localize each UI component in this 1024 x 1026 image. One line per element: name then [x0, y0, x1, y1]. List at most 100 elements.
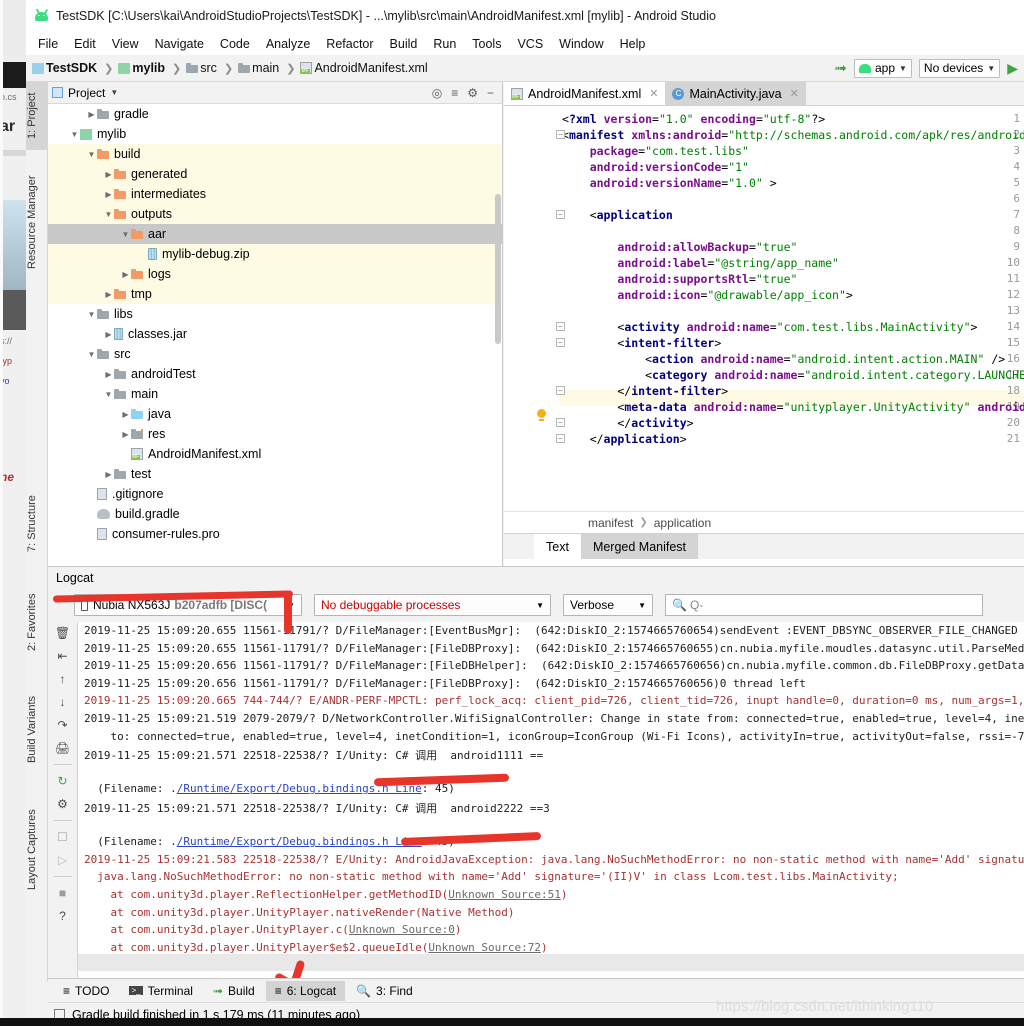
print-icon[interactable]: 🖨	[55, 741, 70, 755]
sidebar-item-resource-manager[interactable]: Resource Manager	[26, 164, 48, 280]
bottom-tab-terminal[interactable]: >_ Terminal	[120, 981, 201, 1001]
chevron-right-icon[interactable]: ▶	[103, 330, 114, 339]
chevron-right-icon[interactable]: ▶	[103, 190, 114, 199]
code-line[interactable]: <?xml version="1.0" encoding="utf-8"?>	[562, 112, 825, 126]
logcat-search-input[interactable]: 🔍 Q-	[665, 594, 983, 616]
menu-file[interactable]: File	[30, 35, 66, 53]
breadcrumb-mylib[interactable]: mylib	[130, 60, 167, 76]
tree-item-outputs[interactable]: ▼ outputs	[48, 204, 502, 224]
tab-mainactivity-java[interactable]: C MainActivity.java ✕	[665, 82, 806, 105]
code-fold-toggle[interactable]: −	[556, 434, 565, 443]
chevron-down-icon[interactable]: ▼	[120, 230, 131, 239]
code-line[interactable]: <meta-data android:name="unityplayer.Uni…	[562, 400, 1024, 414]
trash-icon[interactable]: 🗑	[55, 626, 70, 640]
tree-item-mylib-debug-zip[interactable]: mylib-debug.zip	[48, 244, 502, 264]
code-line[interactable]: android:allowBackup="true"	[562, 240, 797, 254]
tree-item-build-gradle[interactable]: build.gradle	[48, 504, 502, 524]
chevron-right-icon[interactable]: ▶	[120, 270, 131, 279]
tree-item-build[interactable]: ▼ build	[48, 144, 502, 164]
restart-icon[interactable]: ↻	[57, 774, 67, 788]
chevron-right-icon[interactable]: ▶	[86, 110, 97, 119]
menu-bar[interactable]: File Edit View Navigate Code Analyze Ref…	[26, 32, 1024, 55]
sidebar-item-project[interactable]: 1: Project	[26, 82, 48, 150]
source-link[interactable]: /Runtime/Export/Debug.bindings.h Line	[177, 835, 422, 848]
chevron-down-icon[interactable]: ▼	[69, 130, 80, 139]
log-line[interactable]: to: connected=true, enabled=true, level=…	[84, 730, 1024, 743]
editor-gutter[interactable]	[504, 106, 560, 511]
code-fold-toggle[interactable]: −	[556, 130, 565, 139]
log-line[interactable]: at com.unity3d.player.ReflectionHelper.g…	[84, 888, 567, 901]
tree-item-libs[interactable]: ▼ libs	[48, 304, 502, 324]
sidebar-item-layout-captures[interactable]: Layout Captures	[26, 796, 48, 904]
unknown-source-link[interactable]: Unknown Source:51	[448, 888, 561, 901]
logcat-process-selector[interactable]: No debuggable processes ▼	[314, 594, 551, 616]
chevron-right-icon[interactable]: ▶	[103, 170, 114, 179]
settings-icon[interactable]: ⚙	[57, 797, 68, 811]
chevron-right-icon[interactable]: ▶	[103, 470, 114, 479]
tree-item-consumer-rules-pro[interactable]: consumer-rules.pro	[48, 524, 502, 544]
tree-item-test[interactable]: ▶ test	[48, 464, 502, 484]
code-line[interactable]: </activity>	[562, 416, 693, 430]
menu-window[interactable]: Window	[551, 35, 611, 53]
intention-bulb-icon[interactable]	[537, 409, 546, 421]
breadcrumb-testsdk[interactable]: TestSDK	[44, 60, 99, 76]
chevron-down-icon[interactable]: ▼	[103, 210, 114, 219]
menu-code[interactable]: Code	[212, 35, 258, 53]
tree-item-mylib[interactable]: ▼ mylib	[48, 124, 502, 144]
project-scrollbar[interactable]	[495, 194, 501, 344]
tree-item-aar[interactable]: ▼ aar	[48, 224, 502, 244]
log-line[interactable]: 2019-11-25 15:09:20.656 11561-11791/? D/…	[84, 677, 806, 690]
menu-analyze[interactable]: Analyze	[258, 35, 318, 53]
scroll-to-end-icon[interactable]: ⇤	[57, 649, 67, 663]
chevron-down-icon[interactable]: ▼	[86, 350, 97, 359]
code-fold-toggle[interactable]: −	[556, 338, 565, 347]
log-line[interactable]: 2019-11-25 15:09:21.571 22518-22538/? I/…	[84, 747, 543, 763]
breadcrumb-src[interactable]: src	[198, 60, 219, 76]
code-line[interactable]: </intent-filter>	[562, 384, 728, 398]
unknown-source-link[interactable]: Unknown Source:72	[428, 941, 541, 954]
project-tree[interactable]: ▶ gradle ▼ mylib ▼ build ▶ generated ▶ intermedia…	[48, 104, 502, 566]
log-line[interactable]: at com.unity3d.player.UnityPlayer$e$2.qu…	[84, 941, 547, 954]
gradle-sync-icon[interactable]: ➟	[834, 61, 847, 76]
menu-edit[interactable]: Edit	[66, 35, 104, 53]
tab-text[interactable]: Text	[534, 534, 581, 559]
help-icon[interactable]: ?	[59, 909, 66, 923]
code-line[interactable]: <action android:name="android.intent.act…	[562, 352, 1005, 366]
code-line[interactable]: android:supportsRtl="true"	[562, 272, 797, 286]
log-line[interactable]: java.lang.NoSuchMethodError: no non-stat…	[84, 870, 898, 883]
down-arrow-icon[interactable]: ↓	[60, 695, 66, 709]
tree-item-classes-jar[interactable]: ▶ classes.jar	[48, 324, 502, 344]
code-fold-toggle[interactable]: −	[556, 210, 565, 219]
bottom-tab-logcat[interactable]: ≡ 6: Logcat	[265, 980, 346, 1001]
tab-androidmanifest-xml[interactable]: AndroidManifest.xml ✕	[504, 82, 666, 105]
bottom-tab-find[interactable]: 🔍 3: Find	[347, 981, 422, 1001]
editor-breadcrumb-manifest[interactable]: manifest	[588, 516, 633, 530]
breadcrumb-main[interactable]: main	[250, 60, 281, 76]
logcat-device-selector[interactable]: Nubia NX563J b207adfb [DISC( ▼	[74, 594, 302, 616]
tree-item-androidtest[interactable]: ▶ androidTest	[48, 364, 502, 384]
tree-item-src[interactable]: ▼ src	[48, 344, 502, 364]
run-icon[interactable]: ▶	[1007, 61, 1018, 75]
stop-icon[interactable]: ■	[59, 886, 66, 900]
log-line[interactable]: 2019-11-25 15:09:20.655 11561-11791/? D/…	[84, 624, 1018, 637]
editor-text-area[interactable]: 1 <?xml version="1.0" encoding="utf-8"?> 2…	[504, 106, 1024, 511]
device-selector[interactable]: No devices ▼	[918, 58, 1001, 78]
bottom-tab-build[interactable]: ➟ Build	[204, 981, 264, 1001]
menu-build[interactable]: Build	[382, 35, 426, 53]
code-line[interactable]: package="com.test.libs"	[562, 144, 749, 158]
chevron-right-icon[interactable]: ▶	[120, 410, 131, 419]
chevron-right-icon[interactable]: ▶	[103, 370, 114, 379]
tree-item-main[interactable]: ▼ main	[48, 384, 502, 404]
close-icon[interactable]: ✕	[790, 87, 799, 100]
tree-item-gradle[interactable]: ▶ gradle	[48, 104, 502, 124]
tab-merged-manifest[interactable]: Merged Manifest	[580, 534, 699, 559]
screen-record-icon[interactable]: ▷	[58, 853, 67, 867]
code-fold-toggle[interactable]: −	[556, 386, 565, 395]
sidebar-item-favorites[interactable]: 2: Favorites	[26, 582, 48, 662]
source-link[interactable]: /Runtime/Export/Debug.bindings.h Line	[177, 782, 422, 795]
tree-item-androidmanifest-xml[interactable]: AndroidManifest.xml	[48, 444, 502, 464]
code-line[interactable]: <intent-filter>	[562, 336, 721, 350]
log-line[interactable]: 2019-11-25 15:09:21.583 22518-22538/? E/…	[84, 853, 1024, 866]
code-line[interactable]: <activity android:name="com.test.libs.Ma…	[562, 320, 977, 334]
chevron-down-icon[interactable]: ▼	[103, 390, 114, 399]
